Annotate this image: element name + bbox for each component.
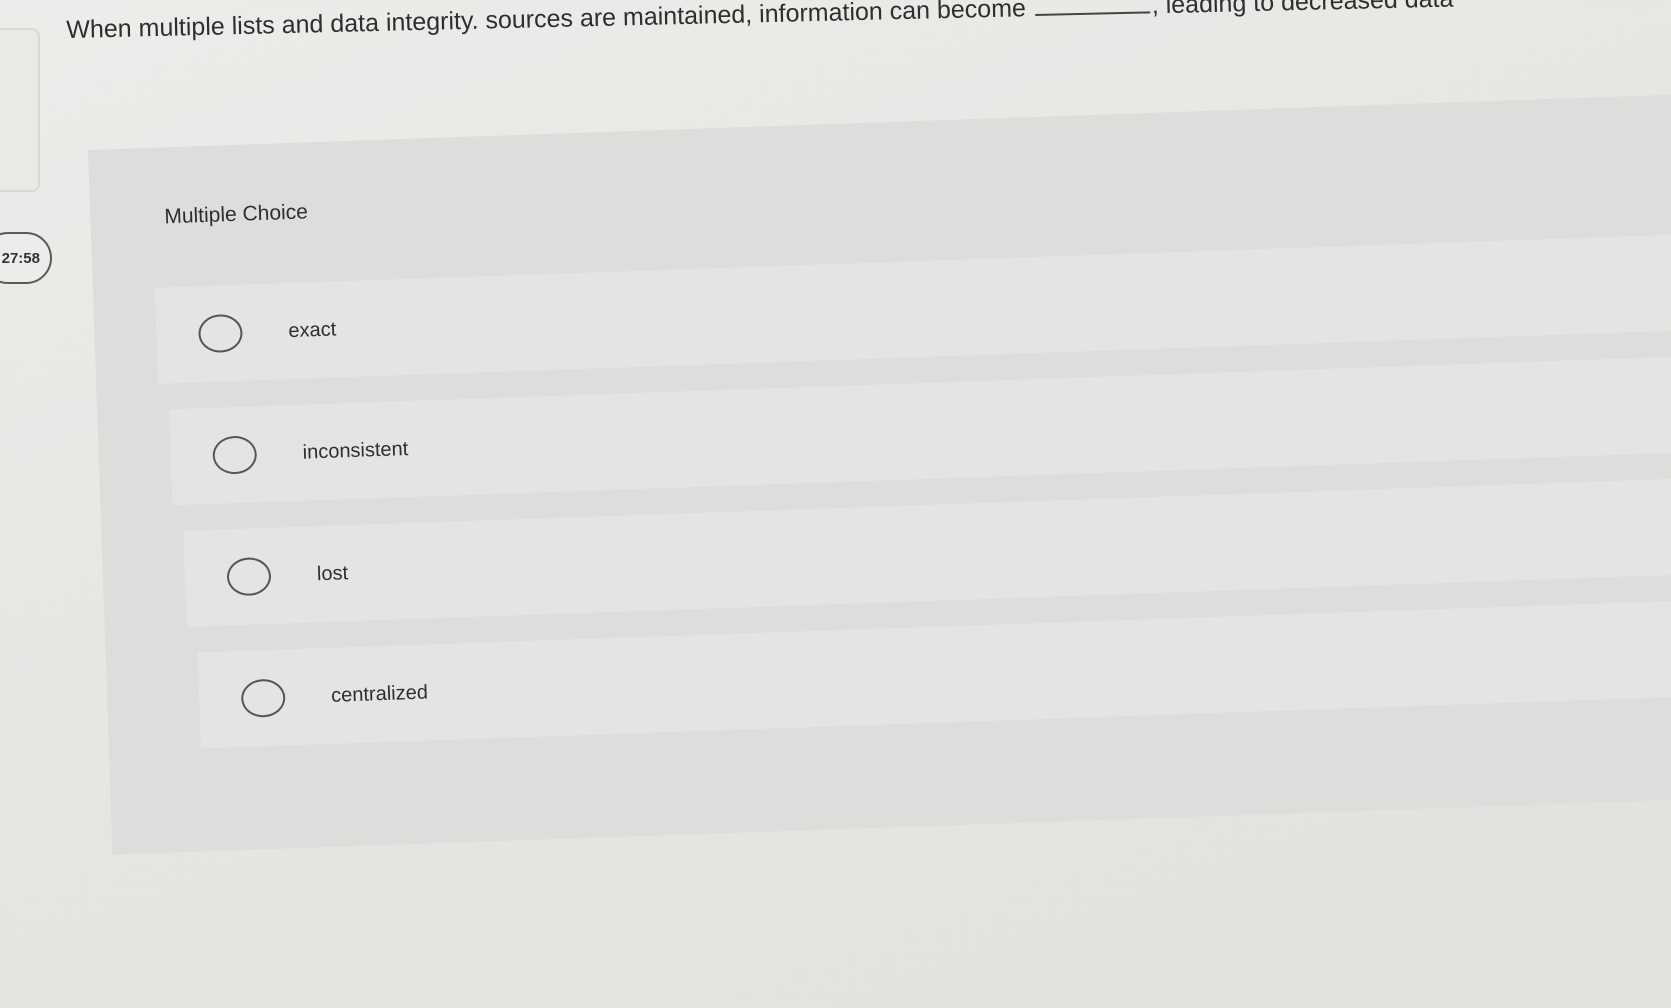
fill-in-blank xyxy=(1034,0,1150,17)
option-label: inconsistent xyxy=(302,437,409,464)
radio-button-icon[interactable] xyxy=(240,678,286,718)
multiple-choice-panel: Multiple Choice exact inconsistent lost … xyxy=(88,90,1671,855)
option-label: exact xyxy=(288,317,337,342)
left-side-tab xyxy=(0,28,40,192)
radio-button-icon[interactable] xyxy=(197,313,244,354)
timer-text: 27:58 xyxy=(1,249,40,267)
option-inconsistent[interactable]: inconsistent xyxy=(169,354,1671,506)
option-label: centralized xyxy=(330,680,429,707)
radio-button-icon[interactable] xyxy=(212,435,258,475)
question-part-1: When multiple lists and data integrity. … xyxy=(66,0,1027,44)
radio-button-icon[interactable] xyxy=(226,556,272,597)
option-lost[interactable]: lost xyxy=(183,476,1671,627)
timer-badge: 27:58 xyxy=(0,232,52,284)
option-centralized[interactable]: centralized xyxy=(197,598,1671,749)
option-exact[interactable]: exact xyxy=(154,233,1671,384)
option-label: lost xyxy=(316,561,349,585)
question-text: When multiple lists and data integrity. … xyxy=(66,0,1646,46)
panel-title: Multiple Choice xyxy=(163,200,309,229)
question-part-2: , leading to decreased data xyxy=(1151,0,1454,20)
